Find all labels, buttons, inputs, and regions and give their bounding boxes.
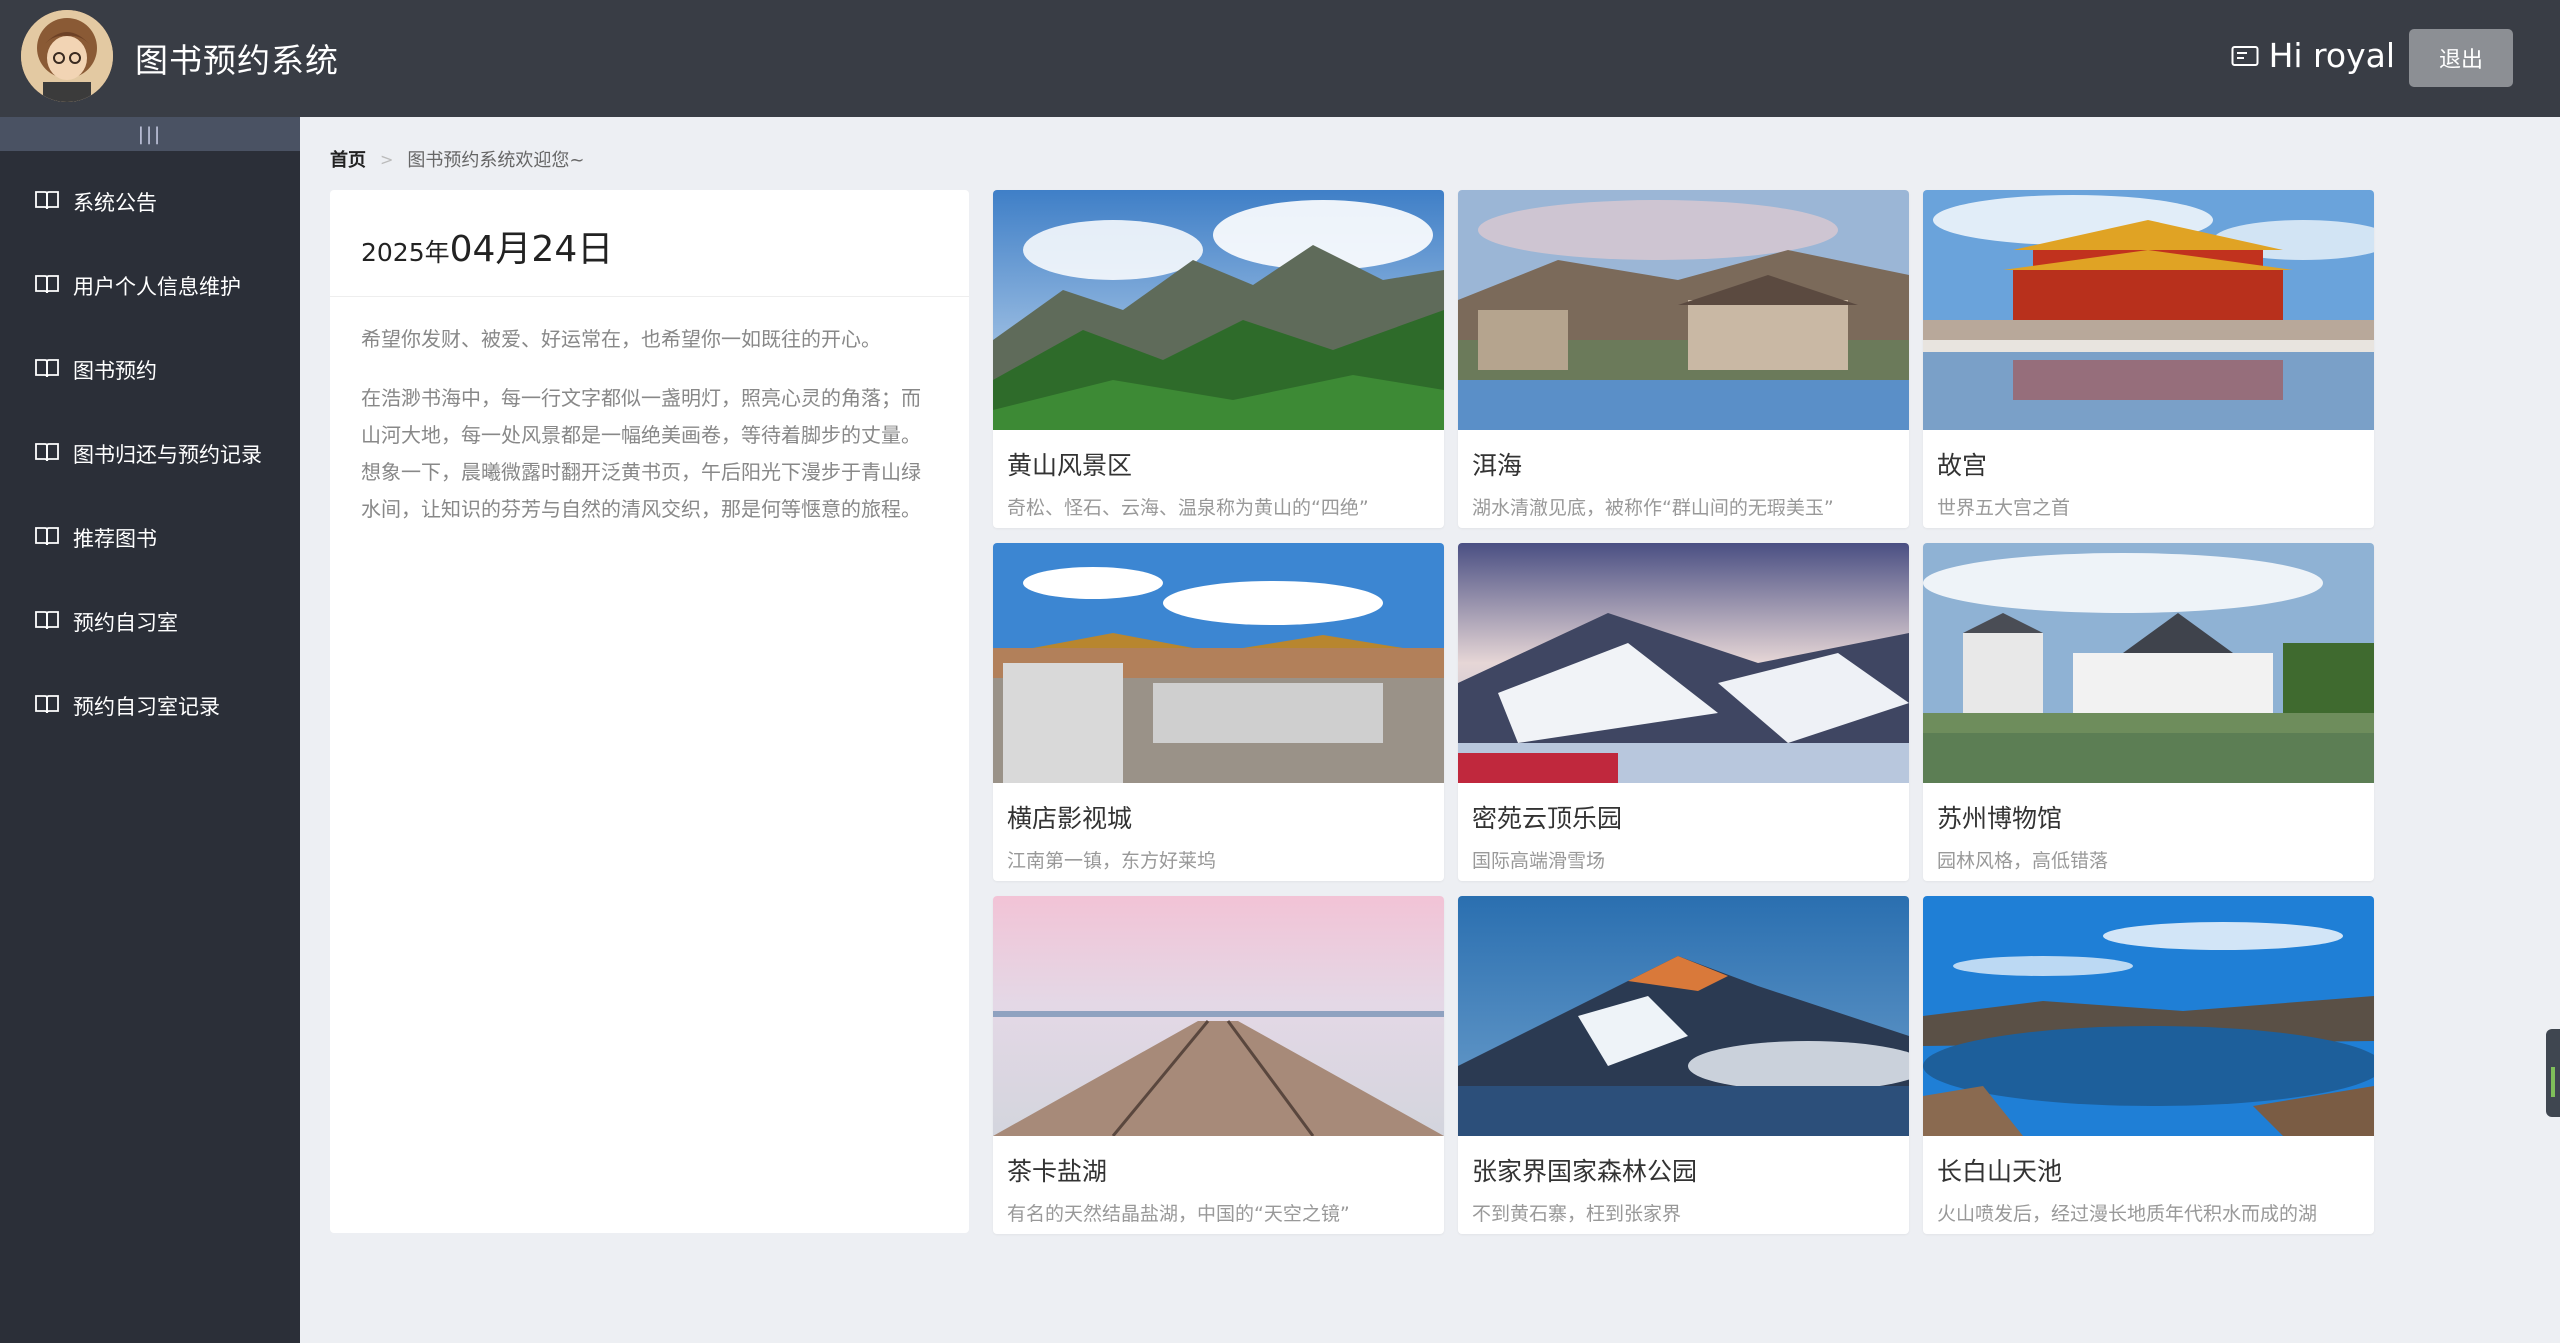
scenic-card[interactable]: 横店影视城江南第一镇，东方好莱坞 xyxy=(993,543,1444,881)
scenic-photo[interactable] xyxy=(1923,543,2374,783)
card-description: 有名的天然结晶盐湖，中国的“天空之镜” xyxy=(1007,1203,1350,1225)
card-title: 黄山风景区 xyxy=(1007,451,1133,480)
side-scroll-handle[interactable] xyxy=(2546,1029,2560,1117)
date-month-day: 04月24日 xyxy=(449,229,614,270)
user-avatar[interactable] xyxy=(21,10,113,102)
scenic-card[interactable]: 密苑云顶乐园国际高端滑雪场 xyxy=(1458,543,1909,881)
logout-button[interactable]: 退出 xyxy=(2409,29,2513,87)
card-title: 苏州博物馆 xyxy=(1937,804,2063,833)
sidebar-item-label: 推荐图书 xyxy=(73,527,157,551)
card-description: 园林风格，高低错落 xyxy=(1937,850,2109,872)
card-description: 奇松、怪石、云海、温泉称为黄山的“四绝” xyxy=(1007,497,1369,519)
sidebar-item-label: 用户个人信息维护 xyxy=(73,275,241,299)
card-description: 江南第一镇，东方好莱坞 xyxy=(1007,850,1217,872)
breadcrumb-current: 图书预约系统欢迎您~ xyxy=(407,150,585,171)
scenic-card[interactable]: 长白山天池火山喷发后，经过漫长地质年代积水而成的湖 xyxy=(1923,896,2374,1234)
id-card-icon xyxy=(2231,45,2259,66)
welcome-text: 希望你发财、被爱、好运常在，也希望你一如既往的开心。 在浩渺书海中，每一行文字都… xyxy=(330,297,969,528)
breadcrumb-separator: > xyxy=(380,149,394,169)
sidebar-item[interactable]: 预约自习室 xyxy=(0,590,300,650)
card-title: 故宫 xyxy=(1937,451,1988,480)
sidebar-item-label: 系统公告 xyxy=(73,191,157,215)
card-description: 国际高端滑雪场 xyxy=(1472,850,1606,872)
scenic-photo[interactable] xyxy=(1458,190,1909,430)
scenic-card[interactable]: 茶卡盐湖有名的天然结晶盐湖，中国的“天空之镜” xyxy=(993,896,1444,1234)
date-header: 2025年04月24日 xyxy=(330,190,969,297)
breadcrumb: 首页 > 图书预约系统欢迎您~ xyxy=(330,146,585,172)
scenic-photo[interactable] xyxy=(1923,190,2374,430)
welcome-panel: 2025年04月24日 希望你发财、被爱、好运常在，也希望你一如既往的开心。 在… xyxy=(330,190,969,1233)
book-icon xyxy=(35,443,59,462)
card-title: 茶卡盐湖 xyxy=(1007,1157,1108,1186)
book-icon xyxy=(35,611,59,630)
sidebar-item-label: 图书归还与预约记录 xyxy=(73,443,262,467)
card-title: 横店影视城 xyxy=(1007,804,1133,833)
scenic-photo[interactable] xyxy=(1458,543,1909,783)
scenic-card[interactable]: 故宫 世界五大宫之首 xyxy=(1923,190,2374,528)
sidebar-item[interactable]: 推荐图书 xyxy=(0,506,300,566)
book-icon xyxy=(35,191,59,210)
card-description: 不到黄石寨，枉到张家界 xyxy=(1472,1203,1682,1225)
card-description: 湖水清澈见底，被称作“群山间的无瑕美玉” xyxy=(1472,497,1834,519)
sidebar-item[interactable]: 图书预约 xyxy=(0,338,300,398)
date-year: 2025年 xyxy=(361,238,450,267)
scenic-photo[interactable] xyxy=(1458,896,1909,1136)
card-title: 洱海 xyxy=(1472,451,1523,480)
card-description: 火山喷发后，经过漫长地质年代积水而成的湖 xyxy=(1937,1203,2318,1225)
scenic-card[interactable]: 张家界国家森林公园不到黄石寨，枉到张家界 xyxy=(1458,896,1909,1234)
scenic-photo[interactable] xyxy=(993,190,1444,430)
book-icon xyxy=(35,527,59,546)
sidebar-item[interactable]: 用户个人信息维护 xyxy=(0,254,300,314)
card-description: 世界五大宫之首 xyxy=(1937,497,2071,519)
date-display: 2025年04月24日 xyxy=(361,220,613,272)
sidebar-item-label: 图书预约 xyxy=(73,359,157,383)
scenic-photo[interactable] xyxy=(993,896,1444,1136)
scenic-card[interactable]: 黄山风景区奇松、怪石、云海、温泉称为黄山的“四绝” xyxy=(993,190,1444,528)
book-icon xyxy=(35,275,59,294)
book-icon xyxy=(35,359,59,378)
top-header: 图书预约系统 Hi royal 退出 xyxy=(0,0,2560,117)
sidebar-item[interactable]: 系统公告 xyxy=(0,170,300,230)
book-icon xyxy=(35,695,59,714)
sidebar-item[interactable]: 图书归还与预约记录 xyxy=(0,422,300,482)
scenic-card[interactable]: 洱海湖水清澈见底，被称作“群山间的无瑕美玉” xyxy=(1458,190,1909,528)
card-title: 密苑云顶乐园 xyxy=(1472,804,1623,833)
breadcrumb-home[interactable]: 首页 xyxy=(330,146,366,172)
card-title: 长白山天池 xyxy=(1937,1157,2063,1186)
card-title: 张家界国家森林公园 xyxy=(1472,1157,1698,1186)
sidebar-item[interactable]: 预约自习室记录 xyxy=(0,674,300,734)
sidebar-item-label: 预约自习室记录 xyxy=(73,695,220,719)
sidebar-item-label: 预约自习室 xyxy=(73,611,178,635)
welcome-paragraph-2: 在浩渺书海中，每一行文字都似一盏明灯，照亮心灵的角落；而山河大地，每一处风景都是… xyxy=(361,386,921,521)
sidebar-collapse-toggle[interactable]: ||| xyxy=(0,117,300,151)
user-greeting[interactable]: Hi royal xyxy=(2231,36,2395,75)
app-title: 图书预约系统 xyxy=(135,41,339,80)
greeting-text: Hi royal xyxy=(2268,36,2395,75)
sidebar: ||| 系统公告用户个人信息维护 图书预约图书归还与预约记录 推荐图书预约自习室预约… xyxy=(0,117,300,1343)
welcome-paragraph-1: 希望你发财、被爱、好运常在，也希望你一如既往的开心。 xyxy=(361,327,881,351)
scenic-photo[interactable] xyxy=(1923,896,2374,1136)
scenic-photo[interactable] xyxy=(993,543,1444,783)
scenic-card[interactable]: 苏州博物馆园林风格，高低错落 xyxy=(1923,543,2374,881)
